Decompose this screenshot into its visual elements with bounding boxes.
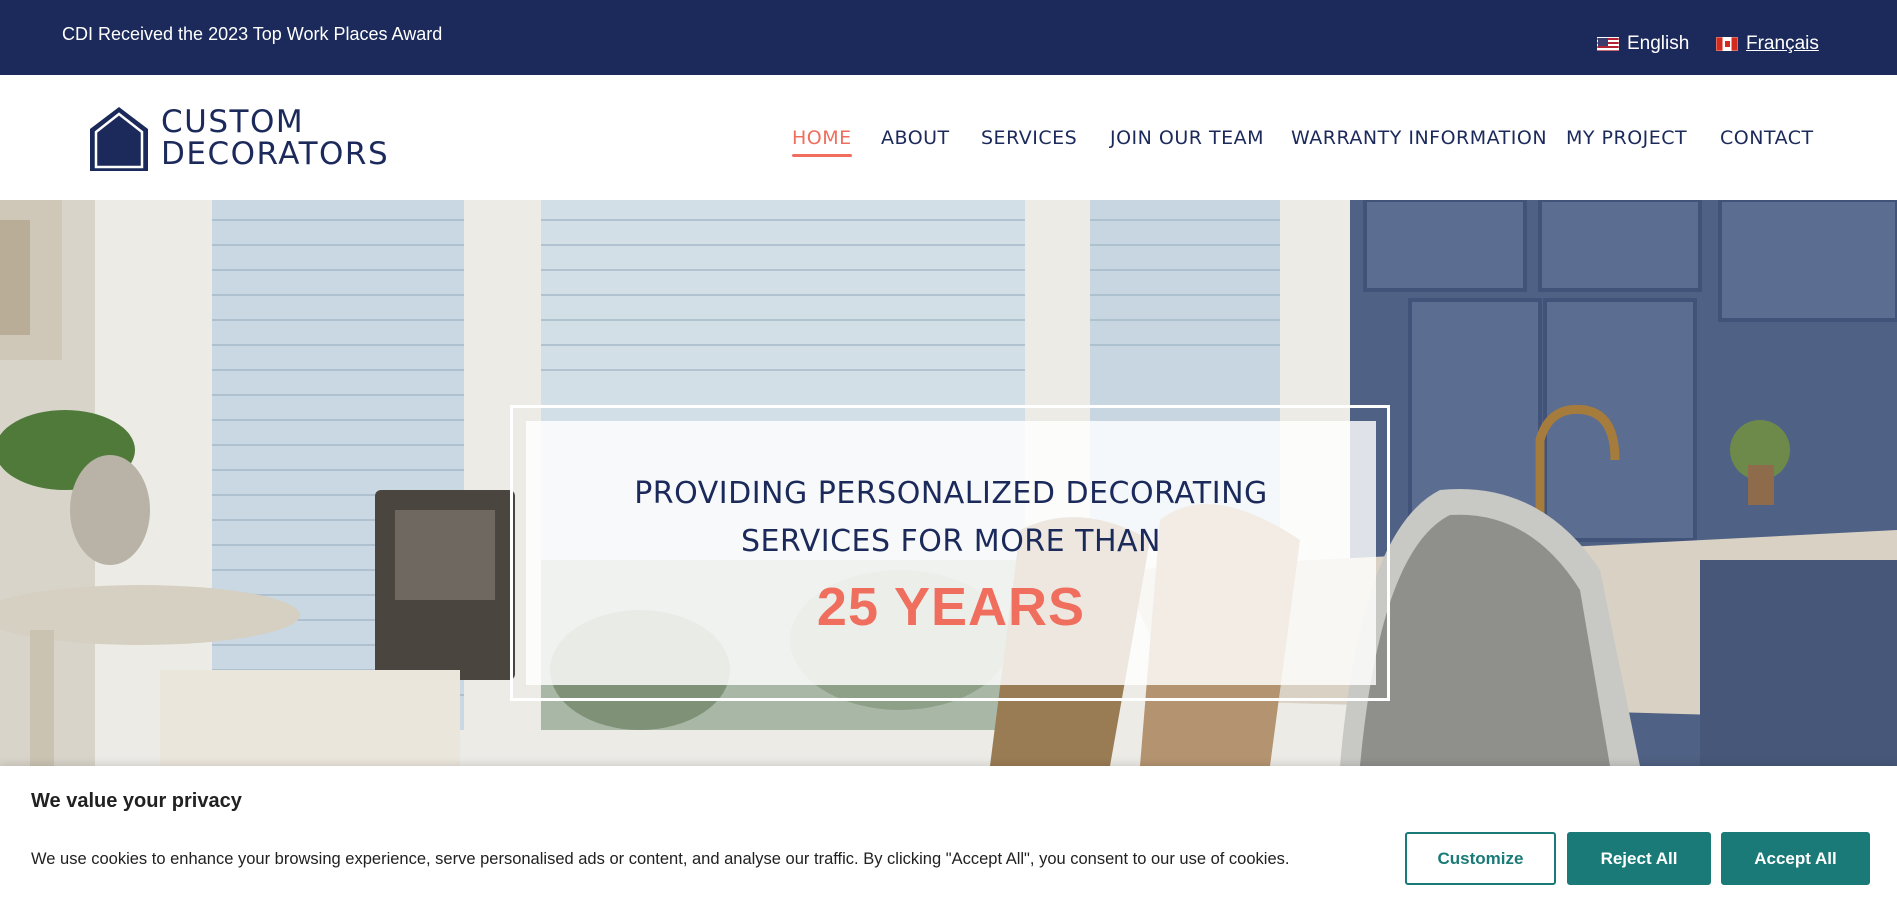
nav-my-project[interactable]: MY PROJECT [1566,127,1687,149]
us-flag-icon [1597,37,1619,51]
nav-warranty-information[interactable]: WARRANTY INFORMATION [1291,127,1547,149]
hero-banner: PROVIDING PERSONALIZED DECORATING SERVIC… [0,200,1897,766]
nav-join-our-team[interactable]: JOIN OUR TEAM [1110,127,1264,149]
top-announcement-bar: CDI Received the 2023 Top Work Places Aw… [0,0,1897,75]
main-navigation: HOME ABOUT SERVICES JOIN OUR TEAM WARRAN… [0,127,1897,157]
language-english-link[interactable]: English [1597,33,1689,55]
hero-headline-line-1: PROVIDING PERSONALIZED DECORATING [634,476,1268,511]
accept-all-button[interactable]: Accept All [1721,832,1870,885]
reject-all-button[interactable]: Reject All [1567,832,1711,885]
customize-button[interactable]: Customize [1405,832,1556,885]
nav-home[interactable]: HOME [792,127,852,157]
site-header: CUSTOM DECORATORS HOME ABOUT SERVICES JO… [0,75,1897,200]
cookie-consent-banner: We value your privacy We use cookies to … [0,766,1897,902]
hero-headline-line-2: SERVICES FOR MORE THAN [741,524,1161,559]
hero-years-highlight: 25 YEARS [816,577,1086,637]
nav-services[interactable]: SERVICES [981,127,1077,149]
award-announcement: CDI Received the 2023 Top Work Places Aw… [62,24,443,44]
nav-contact[interactable]: CONTACT [1720,127,1814,149]
nav-about[interactable]: ABOUT [881,127,950,149]
language-french-link[interactable]: Français [1716,33,1819,55]
cookie-banner-title: We value your privacy [31,790,242,812]
canada-flag-icon [1716,37,1738,51]
language-label: Français [1746,33,1819,54]
language-label: English [1627,33,1690,54]
cookie-banner-text: We use cookies to enhance your browsing … [31,850,1290,868]
